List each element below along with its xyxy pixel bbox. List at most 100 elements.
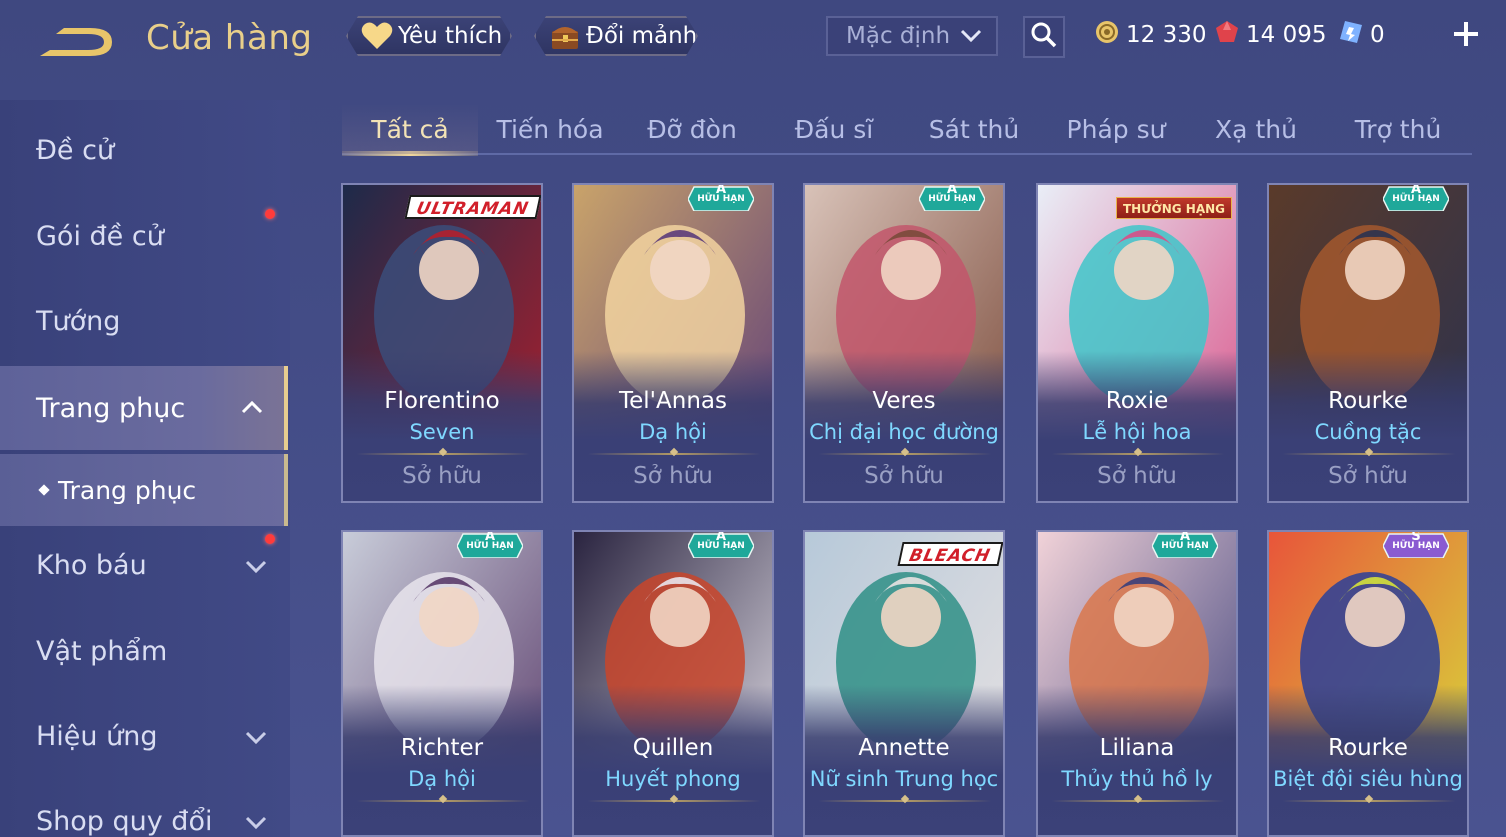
notification-dot [265,209,275,219]
limited-badge: A HỮU HẠN [918,185,986,212]
limited-badge: A HỮU HẠN [687,532,755,559]
sidebar-item-label: Tướng [36,305,121,337]
chevron-down-icon [960,23,982,49]
treasure-chest-icon [548,19,582,53]
sidebar-item-label: Kho báu [36,549,147,581]
premium-ribbon: THƯỞNG HẠNG [1115,197,1232,219]
hero-name: Roxie [1105,388,1169,414]
chevron-up-icon [240,396,264,420]
owned-status: Sở hữu [864,463,944,489]
skin-card[interactable]: Annette Nữ sinh Trung học BLEACH [803,530,1005,837]
badge-label: HỮU HẠN [1392,541,1440,551]
owned-status: Sở hữu [402,463,482,489]
skin-name: Dạ hội [408,767,476,791]
heart-icon [360,19,394,53]
sidebar-subitem-skins[interactable]: Trang phục [0,454,288,526]
chevron-down-icon [244,554,268,578]
skin-card[interactable]: Roxie Lễ hội hoa Sở hữu THƯỞNG HẠNG [1036,183,1238,503]
skin-name: Chị đại học đường [809,420,999,444]
limited-badge: A HỮU HẠN [456,532,524,559]
diamond-bullet-icon [38,484,50,496]
badge-label: HỮU HẠN [697,541,745,551]
sort-selected-value: Mặc định [846,23,951,49]
card-divider [588,800,760,802]
limited-badge: A HỮU HẠN [687,185,755,212]
skin-card[interactable]: Tel'Annas Dạ hội Sở hữu A HỮU HẠN [572,183,774,503]
card-divider [1052,800,1224,802]
ruby-balance: 14 095 [1214,20,1326,50]
tab-assassin[interactable]: Sát thủ [914,104,1034,154]
owned-status: Sở hữu [1328,463,1408,489]
tab-tank[interactable]: Đỡ đòn [632,104,752,154]
card-divider [1052,453,1224,455]
skin-name: Cuồng tặc [1314,420,1422,444]
ruby-amount: 14 095 [1246,22,1327,48]
owned-status: Sở hữu [633,463,713,489]
badge-label: HỮU HẠN [928,194,976,204]
skin-name: Lễ hội hoa [1082,420,1192,444]
hero-name: Quillen [632,735,714,761]
voucher-balance: 0 [1338,20,1385,50]
back-arrow-icon[interactable] [34,22,118,62]
tab-fighter[interactable]: Đấu sĩ [774,104,894,154]
skin-name: Seven [409,420,475,444]
collab-logo: BLEACH [897,542,1003,566]
skin-name: Nữ sinh Trung học [809,767,999,791]
tab-mage[interactable]: Pháp sư [1056,104,1176,154]
chevron-down-icon [244,810,268,834]
hero-name: Rourke [1328,388,1408,414]
sidebar-item-label: Trang phục [36,392,186,424]
sidebar: Đề cử Gói đề cử Tướng Trang phục Trang p… [0,100,290,837]
skin-name: Biệt đội siêu hùng [1273,767,1463,791]
sidebar-item-featured-packs[interactable]: Gói đề cử [0,206,288,266]
sidebar-item-exchange-shop[interactable]: Shop quy đổi [0,791,288,837]
card-divider [357,800,529,802]
sidebar-item-items[interactable]: Vật phẩm [0,621,288,681]
fragment-exchange-button[interactable]: Đổi mảnh [534,16,698,56]
sidebar-item-treasure[interactable]: Kho báu [0,534,288,595]
add-currency-button[interactable] [1448,16,1484,52]
skin-card[interactable]: Rourke Cuồng tặc Sở hữu A HỮU HẠN [1267,183,1469,503]
category-tabs: Tất cả Tiến hóa Đỡ đòn Đấu sĩ Sát thủ Ph… [340,104,1470,156]
skin-card[interactable]: Florentino Seven Sở hữu ULTRAMAN [341,183,543,503]
sidebar-item-featured[interactable]: Đề cử [0,120,288,180]
skin-card[interactable]: Liliana Thủy thủ hồ ly A HỮU HẠN [1036,530,1238,837]
sort-dropdown[interactable]: Mặc định [826,16,998,56]
hero-name: Richter [400,735,484,761]
tab-all[interactable]: Tất cả [342,104,478,154]
plus-icon [1448,22,1484,56]
ruby-icon [1214,19,1240,51]
hero-name: Rourke [1328,735,1408,761]
search-icon [1030,21,1058,53]
skin-card[interactable]: Veres Chị đại học đường Sở hữu A HỮU HẠN [803,183,1005,503]
tab-support[interactable]: Trợ thủ [1338,104,1458,154]
gold-balance: 12 330 [1094,20,1206,50]
sidebar-item-effects[interactable]: Hiệu ứng [0,706,288,766]
owned-status: Sở hữu [1097,463,1177,489]
sidebar-item-heroes[interactable]: Tướng [0,291,288,351]
skin-card[interactable]: Quillen Huyết phong A HỮU HẠN [572,530,774,837]
fragment-exchange-label: Đổi mảnh [586,23,698,49]
card-divider [588,453,760,455]
card-divider [819,453,991,455]
badge-label: HỮU HẠN [1161,541,1209,551]
page-title: Cửa hàng [146,18,313,58]
top-bar: Cửa hàng Yêu thích Đổi mảnh Mặc định 12 … [0,0,1506,80]
favorites-button[interactable]: Yêu thích [346,16,512,56]
limited-badge: S HỮU HẠN [1382,532,1450,559]
badge-label: HỮU HẠN [697,194,745,204]
gold-amount: 12 330 [1126,22,1207,48]
sidebar-item-label: Vật phẩm [36,635,168,667]
search-button[interactable] [1023,16,1065,58]
card-divider [357,453,529,455]
tab-evolution[interactable]: Tiến hóa [490,104,610,154]
sidebar-item-label: Hiệu ứng [36,720,158,752]
sidebar-item-skins[interactable]: Trang phục [0,366,288,450]
skin-card[interactable]: Richter Dạ hội A HỮU HẠN [341,530,543,837]
skin-card[interactable]: Rourke Biệt đội siêu hùng S HỮU HẠN [1267,530,1469,837]
hero-name: Tel'Annas [619,388,727,414]
tab-marksman[interactable]: Xạ thủ [1196,104,1316,154]
voucher-icon [1338,19,1364,51]
skin-name: Huyết phong [605,767,741,791]
card-divider [1283,453,1455,455]
